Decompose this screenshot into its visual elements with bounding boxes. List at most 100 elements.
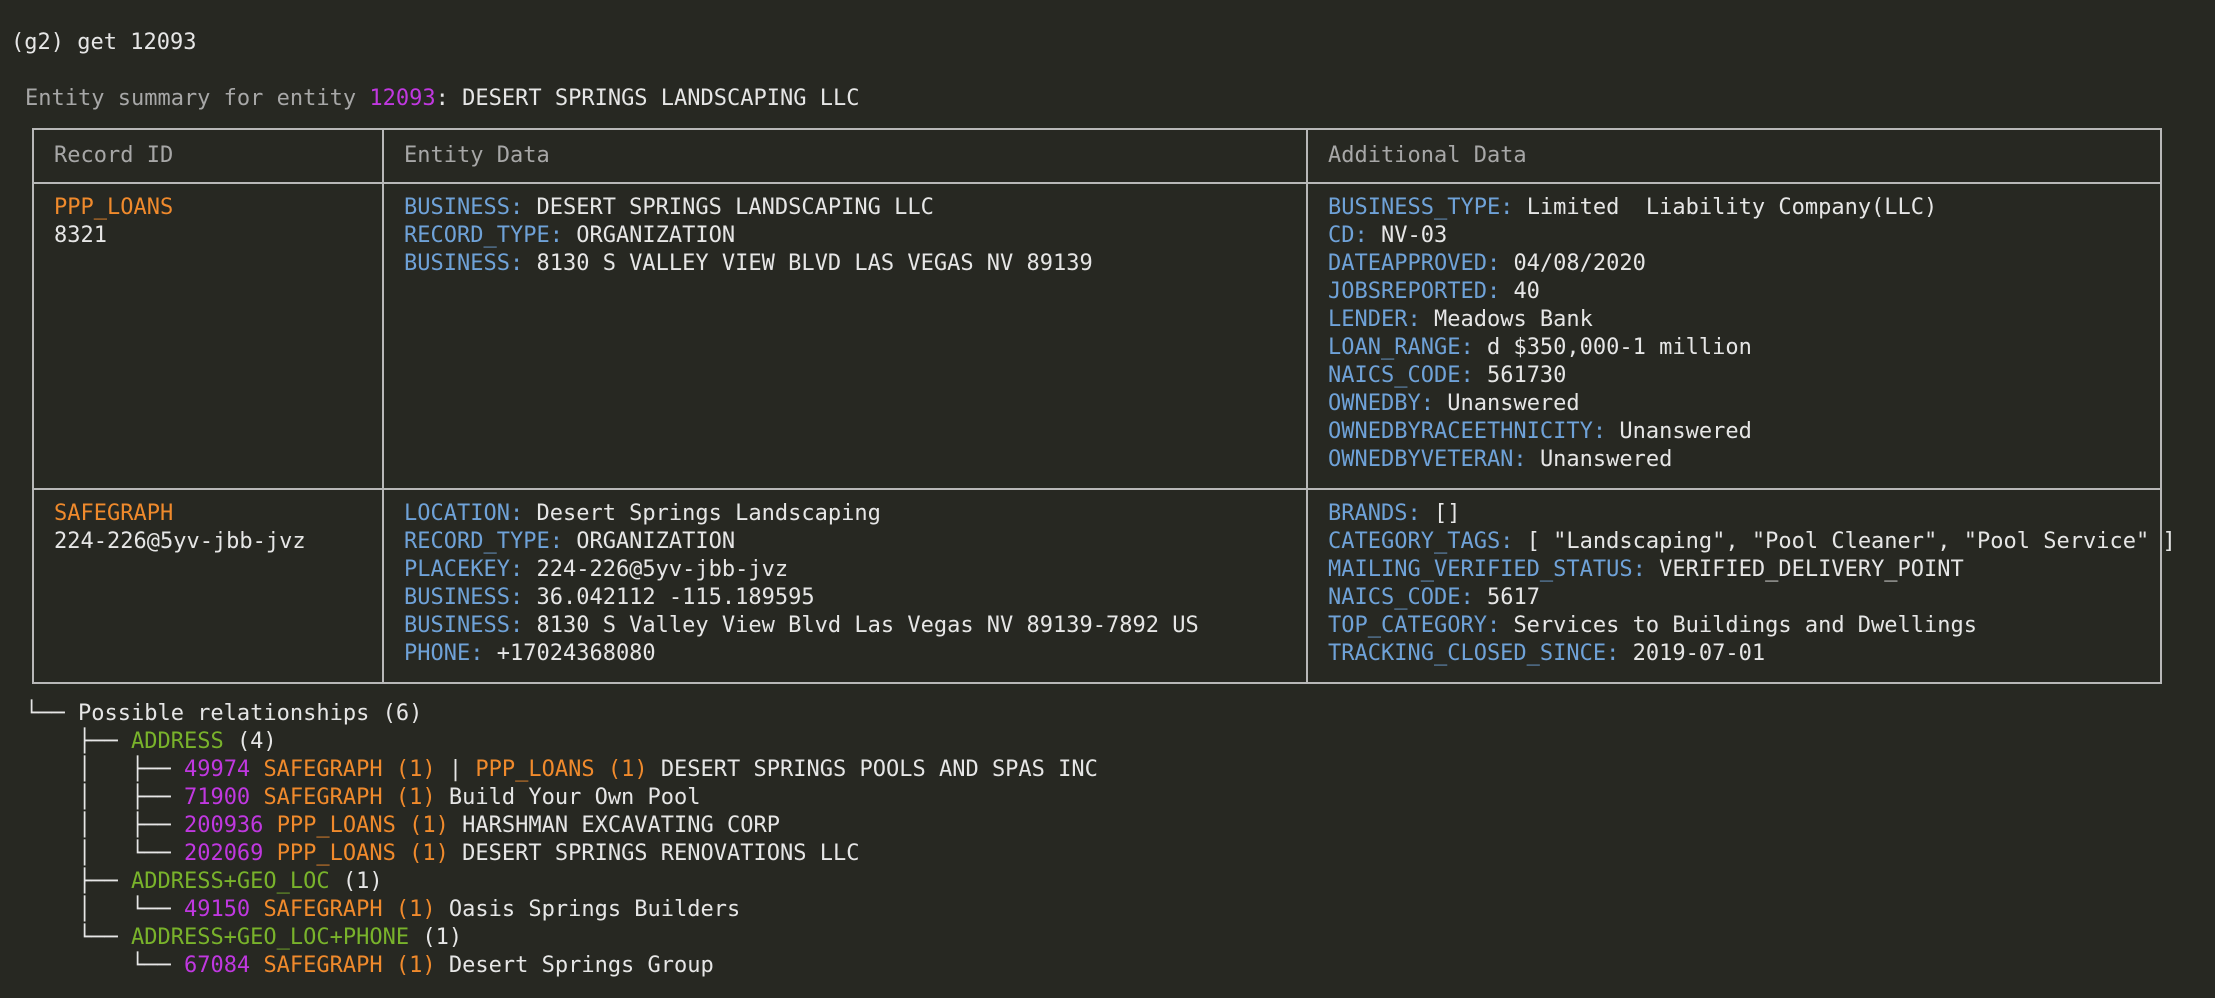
relationship-group: ├── ADDRESS+GEO_LOC (1) (25, 868, 1098, 896)
related-entity-id: 49974 (183, 757, 251, 782)
field-value: NV-03 (1381, 223, 1448, 248)
header-entity-data: Entity Data (382, 128, 1308, 184)
record-id: 224-226@5yv-jbb-jvz (54, 529, 306, 554)
field-line: PLACEKEY: 224-226@5yv-jbb-jvz (404, 556, 1286, 584)
field-line: NAICS_CODE: 561730 (1328, 362, 2140, 390)
field-key: LENDER: (1328, 307, 1421, 332)
relationship-item: │ ├── 71900 SAFEGRAPH (1) Build Your Own… (25, 785, 701, 810)
header-additional-data: Additional Data (1306, 128, 2162, 184)
field-key: TOP_CATEGORY: (1328, 613, 1501, 638)
prompt: (g2) (11, 30, 64, 55)
field-key: JOBSREPORTED: (1328, 279, 1501, 304)
field-line: TOP_CATEGORY: Services to Buildings and … (1328, 612, 2140, 640)
field-line: LOCATION: Desert Springs Landscaping (404, 500, 1286, 528)
source-separator: | (435, 757, 476, 782)
field-key: PLACEKEY: (404, 557, 524, 582)
field-value: 8130 S Valley View Blvd Las Vegas NV 891… (536, 613, 1199, 638)
additional-data-cell: BRANDS: [] CATEGORY_TAGS: [ "Landscaping"… (1306, 488, 2176, 684)
tree-branch: ├── (130, 813, 184, 838)
field-line: CD: NV-03 (1328, 222, 2140, 250)
field-key: DATEAPPROVED: (1328, 251, 1501, 276)
tree-branch: └── (77, 925, 131, 950)
field-value: ORGANIZATION (576, 223, 736, 248)
field-value: Limited Liability Company(LLC) (1526, 195, 1938, 220)
field-value: Unanswered (1447, 391, 1580, 416)
related-entity-name: DESERT SPRINGS POOLS AND SPAS INC (660, 757, 1098, 782)
record-source: PPP_LOANS (54, 195, 174, 220)
related-entity-id: 67084 (183, 953, 251, 978)
field-line: OWNEDBYRACEETHNICITY: Unanswered (1328, 418, 2140, 446)
record-id-cell: PPP_LOANS 8321 (32, 182, 384, 490)
table-row: SAFEGRAPH 224-226@5yv-jbb-jvz LOCATION: D… (32, 488, 2176, 684)
field-line: DATEAPPROVED: 04/08/2020 (1328, 250, 2140, 278)
field-line: BUSINESS: 36.042112 -115.189595 (404, 584, 1286, 612)
field-line: LOAN_RANGE: d $350,000-1 million (1328, 334, 2140, 362)
group-name: ADDRESS+GEO_LOC (130, 869, 330, 894)
field-value: VERIFIED_DELIVERY_POINT (1659, 557, 1964, 582)
group-count: (1) (342, 869, 383, 894)
field-value: Meadows Bank (1433, 307, 1593, 332)
table-row: PPP_LOANS 8321 BUSINESS: DESERT SPRINGS L… (32, 182, 2162, 490)
command-line: (g2) get 12093 (11, 29, 196, 57)
field-key: CATEGORY_TAGS: (1328, 529, 1514, 554)
field-line: OWNEDBYVETERAN: Unanswered (1328, 446, 2140, 474)
related-entity-name: DESERT SPRINGS RENOVATIONS LLC (462, 841, 860, 866)
group-count: (1) (422, 925, 463, 950)
field-value: 04/08/2020 (1513, 251, 1646, 276)
field-value: DESERT SPRINGS LANDSCAPING LLC (536, 195, 934, 220)
field-key: BUSINESS_TYPE: (1328, 195, 1514, 220)
field-key: PHONE: (404, 641, 484, 666)
field-value: Unanswered (1539, 447, 1673, 472)
related-entity-id: 49150 (183, 897, 251, 922)
relationship-group: └── ADDRESS+GEO_LOC+PHONE (1) (25, 924, 1098, 952)
tree-branch: └── (130, 897, 184, 922)
record-source: SAFEGRAPH (54, 501, 174, 526)
related-source: PPP_LOANS (1) (475, 757, 648, 782)
field-value: 36.042112 -115.189595 (536, 585, 815, 610)
related-entity-id: 71900 (183, 785, 251, 810)
field-value: 561730 (1486, 363, 1567, 388)
field-key: RECORD_TYPE: (404, 529, 563, 554)
entity-summary-heading: Entity summary for entity 12093: DESERT … (25, 85, 859, 113)
field-line: BUSINESS: DESERT SPRINGS LANDSCAPING LLC (404, 194, 1286, 222)
relationship-item: │ └── 49150 SAFEGRAPH (1) Oasis Springs … (25, 897, 741, 922)
related-source: SAFEGRAPH (1) (263, 897, 436, 922)
tree-branch: ├── (130, 757, 184, 782)
related-source: SAFEGRAPH (1) (263, 757, 436, 782)
field-line: BUSINESS_TYPE: Limited Liability Company… (1328, 194, 2140, 222)
field-value: +17024368080 (496, 641, 656, 666)
related-source: SAFEGRAPH (1) (263, 785, 436, 810)
field-value: [ "Landscaping", "Pool Cleaner", "Pool S… (1526, 529, 2176, 554)
field-value: Desert Springs Landscaping (536, 501, 881, 526)
field-key: TRACKING_CLOSED_SINCE: (1328, 641, 1620, 666)
field-key: BUSINESS: (404, 585, 524, 610)
relationship-item: │ ├── 200936 PPP_LOANS (1) HARSHMAN EXCA… (25, 813, 781, 838)
header-record-id: Record ID (32, 128, 384, 184)
field-line: PHONE: +17024368080 (404, 640, 1286, 668)
field-key: BUSINESS: (404, 251, 524, 276)
field-key: RECORD_TYPE: (404, 223, 563, 248)
field-value: Services to Buildings and Dwellings (1513, 613, 1978, 638)
related-entity-name: Desert Springs Group (448, 953, 714, 978)
summary-entity-id: 12093 (369, 86, 436, 111)
tree-branch: ├── (77, 869, 131, 894)
record-id-cell: SAFEGRAPH 224-226@5yv-jbb-jvz (32, 488, 384, 684)
field-key: MAILING_VERIFIED_STATUS: (1328, 557, 1646, 582)
field-key: OWNEDBY: (1328, 391, 1434, 416)
field-line: RECORD_TYPE: ORGANIZATION (404, 528, 1286, 556)
summary-entity-name: DESERT SPRINGS LANDSCAPING LLC (462, 86, 860, 111)
relationship-item: │ └── 202069 PPP_LOANS (1) DESERT SPRING… (25, 841, 860, 866)
field-key: LOAN_RANGE: (1328, 335, 1474, 360)
field-key: BRANDS: (1328, 501, 1421, 526)
summary-separator: : (435, 86, 449, 111)
command-text: get 12093 (77, 30, 197, 55)
field-key: BUSINESS: (404, 613, 524, 638)
field-value: [] (1433, 501, 1461, 526)
field-line: BRANDS: [] (1328, 500, 2140, 528)
related-entity-name: HARSHMAN EXCAVATING CORP (462, 813, 781, 838)
field-line: RECORD_TYPE: ORGANIZATION (404, 222, 1286, 250)
field-value: 5617 (1486, 585, 1540, 610)
group-name: ADDRESS+GEO_LOC+PHONE (130, 925, 410, 950)
field-line: OWNEDBY: Unanswered (1328, 390, 2140, 418)
field-value: Unanswered (1619, 419, 1752, 444)
